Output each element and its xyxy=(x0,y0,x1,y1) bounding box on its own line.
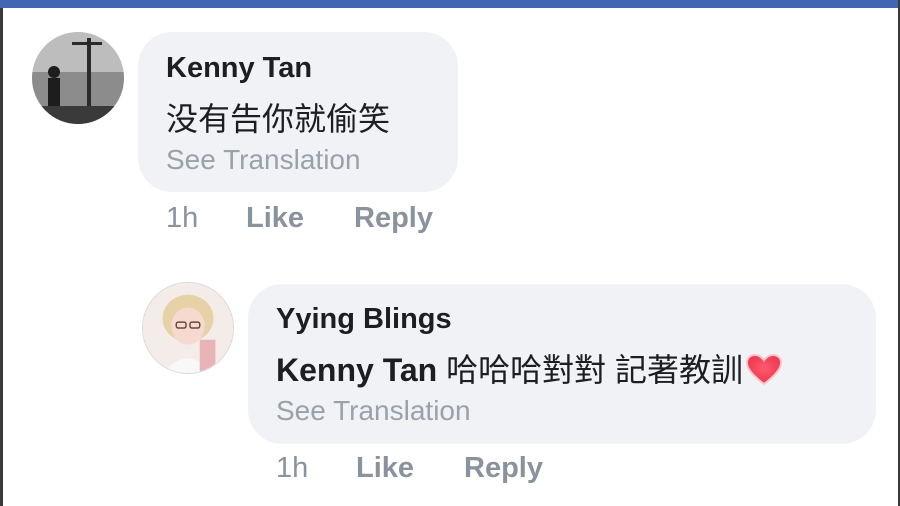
like-button-kenny[interactable]: Like xyxy=(246,202,304,235)
like-button-yying[interactable]: Like xyxy=(356,452,414,485)
avatar-yying-blings[interactable] xyxy=(142,282,234,374)
comment-author-kenny[interactable]: Kenny Tan xyxy=(166,52,312,85)
comment-text-kenny: 没有告你就偷笑 xyxy=(166,101,391,137)
left-frame-edge xyxy=(0,8,3,506)
mention-kenny-tan[interactable]: Kenny Tan xyxy=(276,352,437,388)
see-translation-link-yying[interactable]: See Translation xyxy=(276,395,471,427)
comment-text-yying: Kenny Tan 哈哈哈對對 記著教訓 xyxy=(276,345,783,395)
heart-emoji-icon xyxy=(745,353,783,395)
reply-button-kenny[interactable]: Reply xyxy=(354,202,433,235)
comment-time-kenny[interactable]: 1h xyxy=(166,202,198,235)
avatar-kenny-tan[interactable] xyxy=(32,32,124,124)
comment-body-yying: 哈哈哈對對 記著教訓 xyxy=(446,352,743,388)
reply-button-yying[interactable]: Reply xyxy=(464,452,543,485)
comment-author-yying[interactable]: Yying Blings xyxy=(276,303,452,336)
top-app-bar xyxy=(0,0,900,8)
yying-avatar-image xyxy=(143,283,233,373)
comment-time-yying[interactable]: 1h xyxy=(276,452,308,485)
see-translation-link-kenny[interactable]: See Translation xyxy=(166,144,361,176)
kenny-avatar-image xyxy=(32,32,124,124)
